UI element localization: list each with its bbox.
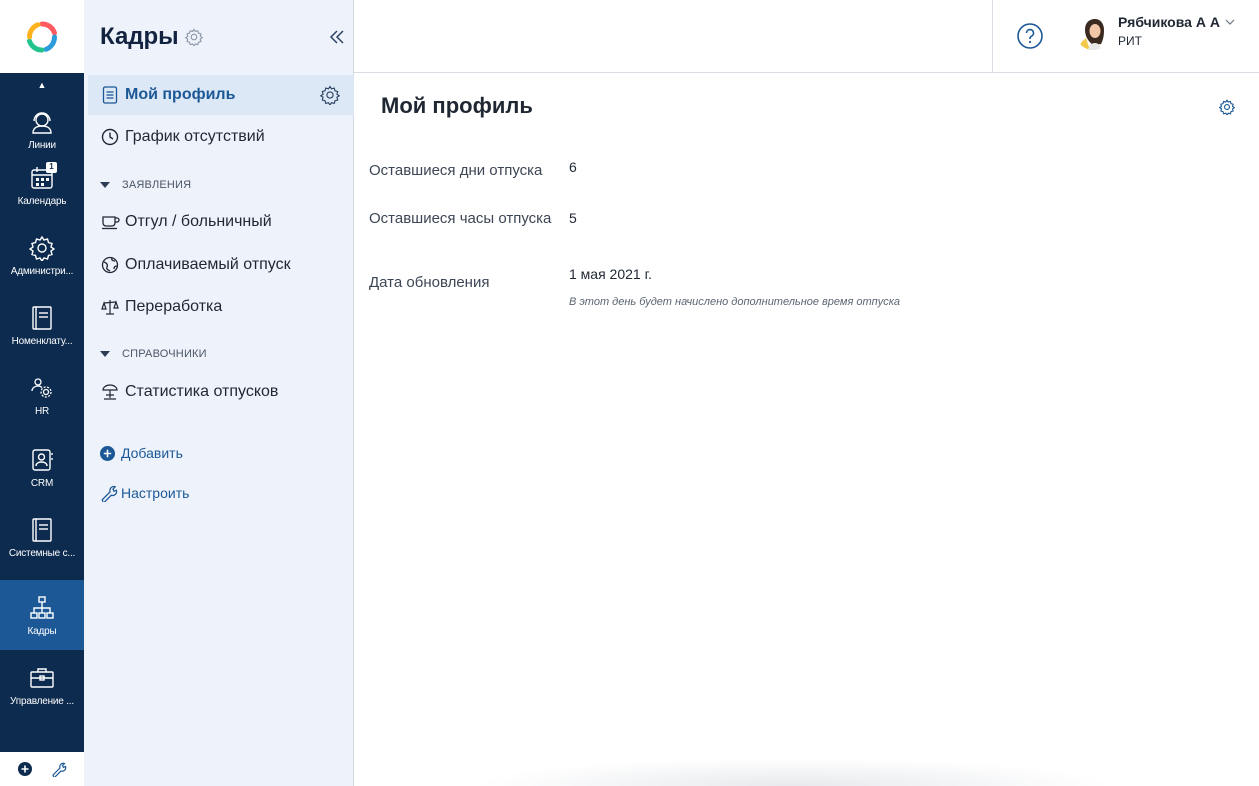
user-menu[interactable]: Рябчикова А А РИТ bbox=[1076, 14, 1235, 50]
caret-down-icon bbox=[100, 182, 110, 188]
contact-book-icon bbox=[32, 448, 53, 471]
rail-item-crm[interactable]: CRM bbox=[0, 432, 84, 502]
rail-label: Кадры bbox=[27, 625, 57, 637]
help-button[interactable] bbox=[1016, 22, 1044, 50]
caret-down-icon bbox=[100, 351, 110, 357]
sidebar-item-overtime[interactable]: Переработка bbox=[88, 287, 354, 327]
field-label-remaining-hours: Оставшиеся часы отпуска bbox=[369, 210, 552, 227]
app-rail: ▲ Линии 1 Календарь Администри... Номенк… bbox=[0, 0, 84, 786]
sidebar-settings-icon[interactable] bbox=[184, 27, 203, 46]
clock-icon bbox=[101, 128, 119, 146]
rail-item-admin[interactable]: Администри... bbox=[0, 220, 84, 290]
rail-label: Номенклату... bbox=[11, 335, 73, 347]
sidebar-title: Кадры bbox=[100, 22, 179, 50]
user-organization: РИТ bbox=[1118, 34, 1142, 48]
rail-item-system[interactable]: Системные с... bbox=[0, 502, 84, 572]
app-logo[interactable] bbox=[0, 0, 84, 73]
sidebar-header: Кадры bbox=[84, 0, 354, 73]
bottom-shadow bbox=[474, 758, 1114, 786]
rail-label: Календарь bbox=[17, 195, 67, 207]
beach-umbrella-icon bbox=[102, 384, 118, 400]
document-icon bbox=[102, 86, 118, 104]
help-icon bbox=[1017, 23, 1043, 49]
sidebar-item-label: Отгул / больничный bbox=[125, 213, 272, 230]
configure-button[interactable]: Настроить bbox=[100, 482, 189, 504]
rail-item-calendar[interactable]: 1 Календарь bbox=[0, 150, 84, 220]
logo-icon bbox=[26, 20, 58, 53]
main-content: Мой профиль Оставшиеся дни отпуска 6 Ост… bbox=[354, 74, 1259, 786]
wrench-icon bbox=[101, 485, 118, 502]
field-hint-update-date: В этот день будет начислено дополнительн… bbox=[569, 296, 901, 308]
double-chevron-left-icon bbox=[329, 30, 344, 44]
rail-item-nomenclature[interactable]: Номенклату... bbox=[0, 290, 84, 360]
header-divider bbox=[992, 0, 993, 73]
section-sidebar: Кадры Мой профиль График отсутствий ЗАЯВ… bbox=[84, 0, 354, 786]
sidebar-group-label: ЗАЯВЛЕНИЯ bbox=[122, 179, 192, 191]
cup-icon bbox=[101, 216, 120, 230]
configure-label: Настроить bbox=[121, 485, 190, 501]
page-title: Мой профиль bbox=[381, 93, 533, 118]
rail-label: Управление ... bbox=[10, 695, 74, 707]
add-circle-icon bbox=[100, 445, 115, 461]
sidebar-item-label: Мой профиль bbox=[125, 86, 236, 103]
scales-icon bbox=[101, 300, 119, 315]
rail-item-management[interactable]: Управление ... bbox=[0, 650, 84, 720]
globe-icon bbox=[101, 256, 119, 274]
wrench-icon[interactable] bbox=[51, 761, 67, 777]
sidebar-item-label: Переработка bbox=[125, 298, 223, 315]
sidebar-item-label: График отсутствий bbox=[125, 128, 265, 145]
sidebar-item-sick-leave[interactable]: Отгул / больничный bbox=[88, 202, 354, 242]
book-icon bbox=[32, 305, 52, 330]
rail-label: Системные с... bbox=[8, 547, 76, 559]
briefcase-icon bbox=[30, 667, 54, 688]
people-gear-icon bbox=[31, 377, 52, 398]
field-value-remaining-hours: 5 bbox=[569, 210, 577, 226]
top-header: Рябчикова А А РИТ bbox=[354, 0, 1259, 73]
user-name: Рябчикова А А bbox=[1118, 14, 1220, 30]
sidebar-group-directories[interactable]: СПРАВОЧНИКИ bbox=[100, 344, 207, 364]
gear-icon bbox=[29, 235, 55, 261]
collapse-sidebar-button[interactable] bbox=[326, 26, 348, 48]
headset-icon bbox=[32, 111, 52, 134]
rail-label: Администри... bbox=[10, 265, 74, 277]
field-value-update-date: 1 мая 2021 г. bbox=[569, 266, 652, 282]
chevron-down-icon bbox=[1225, 19, 1235, 25]
sidebar-item-my-profile[interactable]: Мой профиль bbox=[88, 75, 354, 115]
sidebar-group-applications[interactable]: ЗАЯВЛЕНИЯ bbox=[100, 175, 191, 195]
rail-footer bbox=[0, 752, 84, 786]
page-settings-icon[interactable] bbox=[1218, 99, 1236, 116]
book-icon bbox=[32, 517, 52, 542]
rail-item-kadry[interactable]: Кадры bbox=[0, 580, 84, 650]
org-chart-icon bbox=[30, 595, 54, 619]
sidebar-item-absence-schedule[interactable]: График отсутствий bbox=[88, 117, 354, 157]
sidebar-item-paid-vacation[interactable]: Оплачиваемый отпуск bbox=[88, 245, 354, 285]
field-label-update-date: Дата обновления bbox=[369, 274, 490, 291]
sidebar-group-label: СПРАВОЧНИКИ bbox=[122, 348, 207, 360]
my-profile-settings-icon[interactable] bbox=[319, 85, 341, 110]
rail-label: HR bbox=[34, 405, 50, 417]
rail-label: CRM bbox=[30, 477, 54, 489]
calendar-badge: 1 bbox=[46, 161, 57, 173]
avatar bbox=[1076, 16, 1110, 50]
add-icon[interactable] bbox=[17, 762, 32, 776]
sidebar-item-vacation-stats[interactable]: Статистика отпусков bbox=[88, 372, 354, 412]
add-label: Добавить bbox=[121, 445, 183, 461]
field-value-remaining-days: 6 bbox=[569, 159, 577, 175]
sidebar-item-label: Оплачиваемый отпуск bbox=[125, 256, 291, 273]
user-name-row: Рябчикова А А bbox=[1118, 14, 1235, 30]
rail-scroll-up[interactable]: ▲ bbox=[0, 80, 84, 90]
rail-item-hr[interactable]: HR bbox=[0, 360, 84, 430]
add-section-button[interactable]: Добавить bbox=[100, 442, 183, 464]
sidebar-item-label: Статистика отпусков bbox=[125, 383, 279, 400]
field-label-remaining-days: Оставшиеся дни отпуска bbox=[369, 162, 543, 179]
